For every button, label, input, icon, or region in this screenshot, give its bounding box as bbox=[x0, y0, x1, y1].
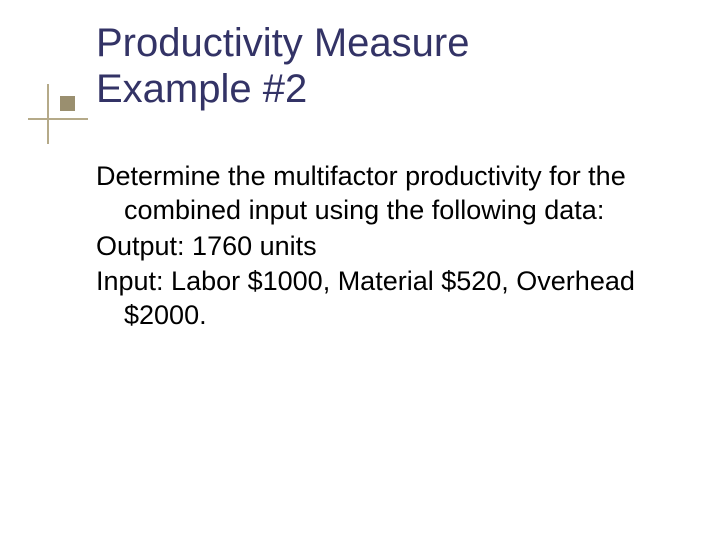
decoration-vertical-line bbox=[47, 84, 49, 144]
decoration-square bbox=[60, 96, 75, 111]
title-line-2: Example #2 bbox=[96, 67, 307, 111]
body-paragraph-1: Determine the multifactor productivity f… bbox=[96, 160, 656, 228]
title-line-1: Productivity Measure bbox=[96, 21, 469, 65]
slide-body: Determine the multifactor productivity f… bbox=[96, 160, 656, 335]
slide-title: Productivity Measure Example #2 bbox=[96, 20, 469, 112]
body-paragraph-2: Output: 1760 units bbox=[96, 230, 656, 264]
decoration-horizontal-line bbox=[28, 118, 88, 120]
body-paragraph-3: Input: Labor $1000, Material $520, Overh… bbox=[96, 265, 656, 333]
